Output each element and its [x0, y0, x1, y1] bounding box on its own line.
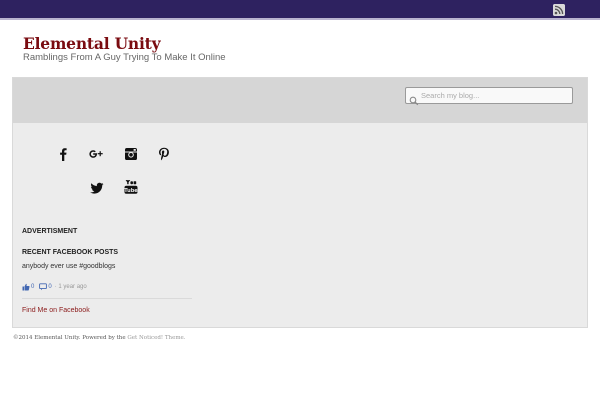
svg-text:Tube: Tube	[124, 188, 138, 194]
google-plus-icon[interactable]	[88, 146, 104, 162]
search-icon	[409, 91, 419, 106]
comment-icon[interactable]	[39, 283, 48, 291]
widget-divider	[22, 298, 192, 299]
twitter-icon[interactable]	[89, 180, 105, 196]
search-input[interactable]	[421, 89, 569, 102]
footer: ©2014 Elemental Unity. Powered by the Ge…	[13, 335, 186, 341]
top-bar	[0, 0, 600, 20]
footer-theme-link[interactable]: Get Noticed! Theme.	[127, 335, 185, 341]
like-count: 0	[31, 284, 35, 290]
footer-copyright: ©2014 Elemental Unity. Powered by the	[13, 335, 126, 341]
facebook-icon[interactable]	[55, 146, 71, 162]
rss-icon[interactable]	[553, 4, 565, 16]
like-icon[interactable]	[22, 283, 30, 291]
advertisment-heading: ADVERTISMENT	[22, 228, 78, 235]
site-title[interactable]: Elemental Unity	[23, 34, 161, 53]
site-tagline: Ramblings From A Guy Trying To Make It O…	[23, 52, 226, 63]
recent-facebook-posts-heading: RECENT FACEBOOK POSTS	[22, 249, 119, 256]
pinterest-icon[interactable]	[156, 146, 172, 162]
post-time: · 1 year ago	[54, 284, 87, 290]
search-band	[13, 78, 587, 123]
youtube-icon[interactable]: Tube	[123, 179, 139, 195]
find-me-on-facebook-link[interactable]: Find Me on Facebook	[22, 307, 90, 314]
instagram-icon[interactable]	[123, 146, 139, 162]
facebook-post-text: anybody ever use #goodblogs	[22, 263, 116, 270]
facebook-post-meta: 0 0 · 1 year ago	[22, 282, 87, 292]
comment-count: 0	[48, 284, 52, 290]
main-panel: Tube ADVERTISMENT RECENT FACEBOOK POSTS …	[12, 77, 588, 328]
search-box[interactable]	[405, 87, 573, 106]
